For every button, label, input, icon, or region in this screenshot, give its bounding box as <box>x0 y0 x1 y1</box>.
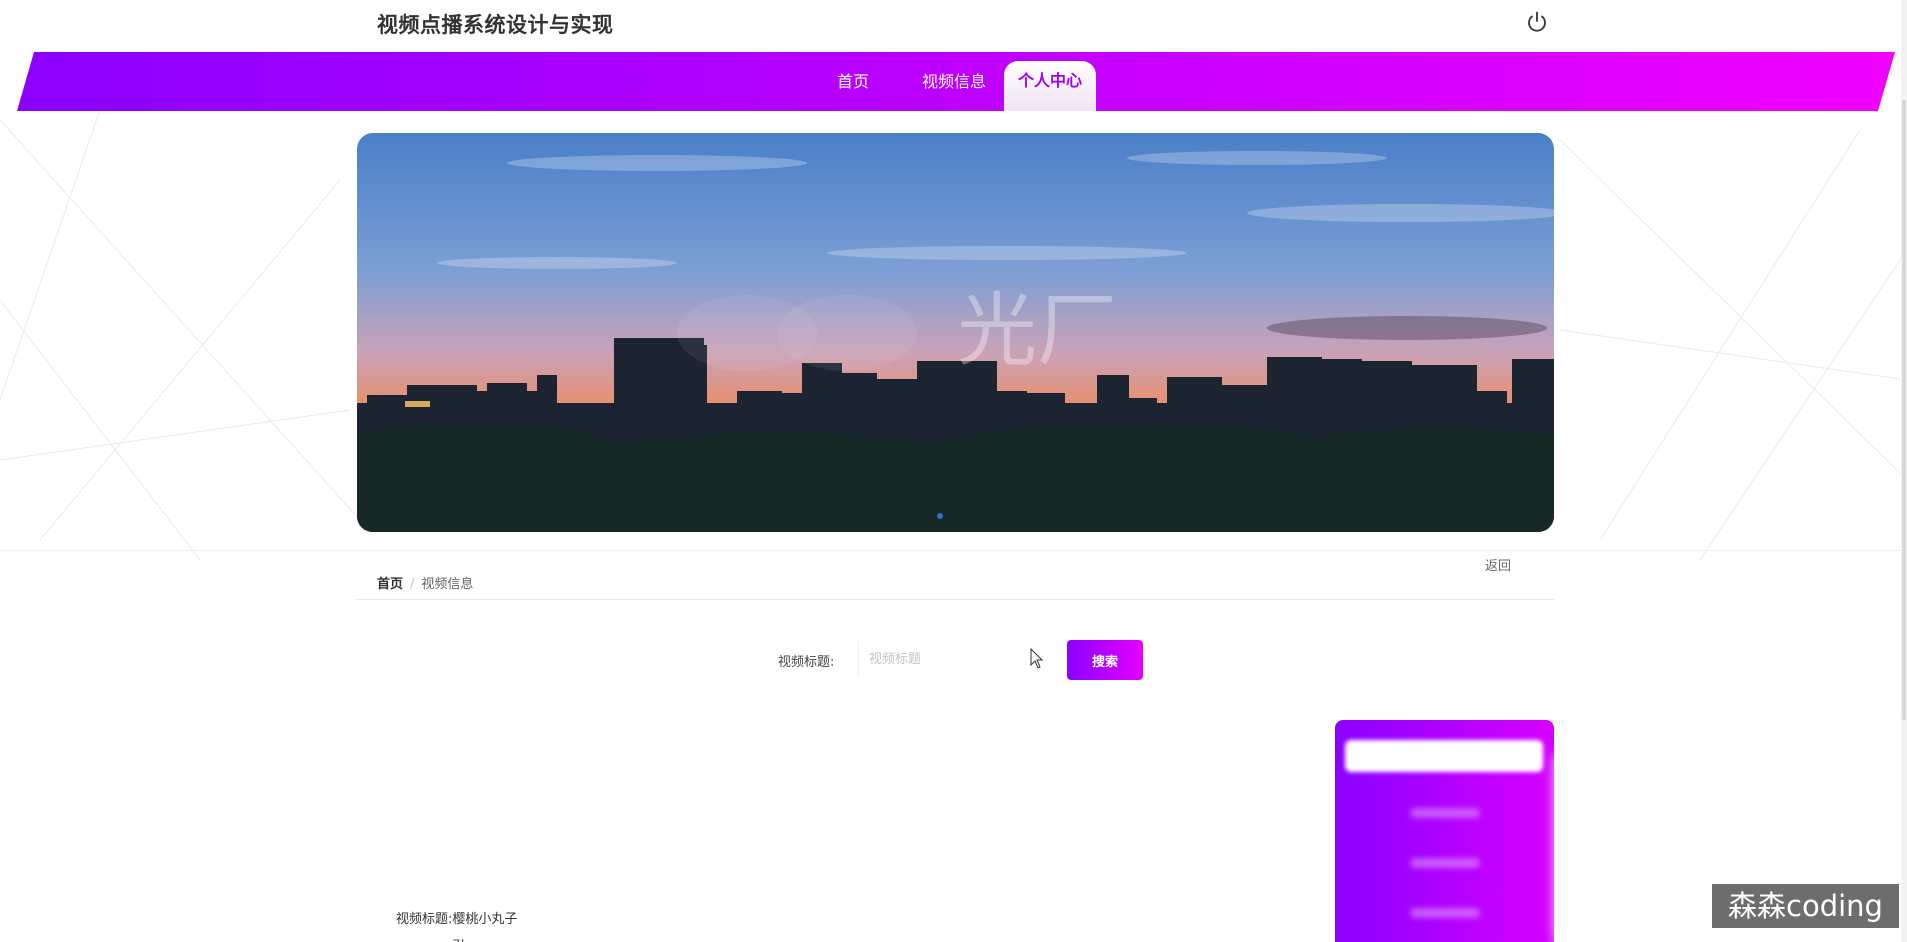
video-item-title-label: 视频标题: <box>396 912 453 927</box>
scrollbar-thumb[interactable] <box>1902 100 1906 720</box>
side-panel-item[interactable] <box>1410 908 1480 918</box>
side-panel-item[interactable] <box>1410 808 1480 818</box>
breadcrumb-divider <box>357 599 1554 600</box>
blurred-region <box>1555 755 1715 942</box>
side-panel-item[interactable] <box>1410 858 1480 868</box>
search-input[interactable] <box>858 642 1018 676</box>
side-panel-header <box>1345 740 1543 772</box>
nav-home[interactable]: 首页 <box>825 52 881 111</box>
site-title: 视频点播系统设计与实现 <box>377 13 614 37</box>
main-navbar: 首页 视频信息 个人中心 <box>17 52 1895 111</box>
banner-watermark-text: 光厂 <box>957 284 1117 377</box>
nav-personal-center[interactable]: 个人中心 <box>1004 61 1096 111</box>
search-label: 视频标题: <box>778 655 835 670</box>
nav-video-info[interactable]: 视频信息 <box>912 52 996 111</box>
breadcrumb: 首页 / 视频信息 <box>377 573 473 592</box>
side-panel <box>1335 720 1554 942</box>
breadcrumb-current: 视频信息 <box>421 577 474 592</box>
breadcrumb-home[interactable]: 首页 <box>377 577 403 592</box>
video-item-next-line: 引 <box>452 935 465 942</box>
banner-carousel[interactable]: 光厂 <box>357 133 1554 532</box>
page: 视频点播系统设计与实现 首页 视频信息 个人中心 光厂 首页 / 视频信息 返回… <box>0 0 1907 942</box>
breadcrumb-separator: / <box>410 577 415 592</box>
back-button[interactable]: 返回 <box>1485 555 1511 574</box>
section-divider <box>0 550 1907 551</box>
watermark-label: 森森coding <box>1712 884 1899 928</box>
mouse-cursor-icon <box>1030 648 1044 669</box>
search-button[interactable]: 搜索 <box>1067 640 1143 680</box>
video-item-title: 视频标题:樱桃小丸子 <box>396 908 517 927</box>
video-item-title-value[interactable]: 樱桃小丸子 <box>452 912 517 927</box>
power-icon[interactable] <box>1525 10 1549 34</box>
city-skyline-banner: 光厂 <box>357 133 1554 532</box>
